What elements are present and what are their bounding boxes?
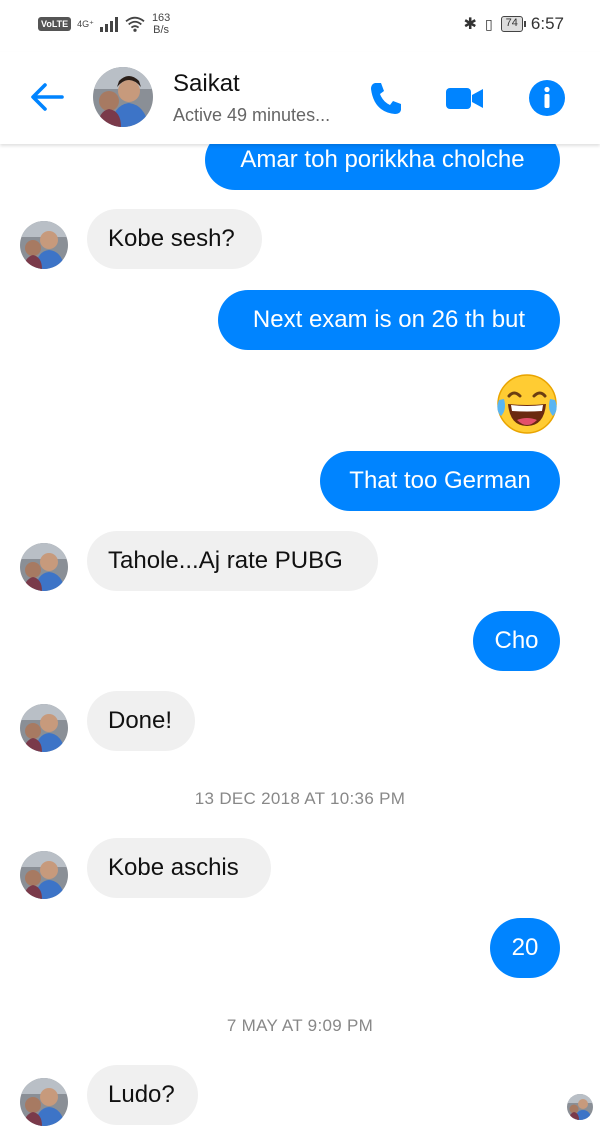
battery-icon: 74 xyxy=(500,16,527,32)
incoming-message[interactable]: Ludo? xyxy=(87,1065,198,1125)
volte-badge: VoLTE xyxy=(38,17,72,31)
back-arrow-icon[interactable] xyxy=(28,80,66,114)
sender-avatar[interactable] xyxy=(20,851,68,899)
laughing-tears-emoji-icon[interactable] xyxy=(495,372,559,436)
network-type: 4G⁺ xyxy=(77,18,94,29)
phone-icon[interactable] xyxy=(366,79,406,117)
contact-name[interactable]: Saikat xyxy=(173,70,240,98)
net-speed-unit: B/s xyxy=(153,24,170,36)
outgoing-message[interactable]: Cho xyxy=(473,611,560,671)
sender-avatar[interactable] xyxy=(20,1078,68,1126)
info-icon[interactable] xyxy=(527,79,567,117)
signal-icon xyxy=(99,16,118,32)
seen-avatar-icon xyxy=(567,1094,593,1120)
video-camera-icon[interactable] xyxy=(444,79,484,117)
incoming-message[interactable]: Kobe aschis xyxy=(87,838,271,898)
status-left: VoLTE 4G⁺ 163 B/s xyxy=(38,12,170,36)
wifi-icon xyxy=(125,16,145,32)
outgoing-message[interactable]: 20 xyxy=(490,918,560,978)
contact-status: Active 49 minutes... xyxy=(173,105,331,125)
contact-avatar[interactable] xyxy=(93,67,153,127)
net-speed-value: 163 xyxy=(151,12,171,24)
incoming-message[interactable]: Kobe sesh? xyxy=(87,209,262,269)
net-speed: 163 B/s xyxy=(152,12,170,36)
incoming-message[interactable]: Done! xyxy=(87,691,195,751)
status-bar: VoLTE 4G⁺ 163 B/s ✱ ▯ 74 6:57 xyxy=(0,0,600,52)
sender-avatar[interactable] xyxy=(20,704,68,752)
sender-avatar[interactable] xyxy=(20,543,68,591)
status-right: ✱ ▯ 74 6:57 xyxy=(464,14,564,34)
bluetooth-icon: ✱ xyxy=(463,16,477,33)
outgoing-message[interactable]: That too German xyxy=(320,451,560,511)
clock: 6:57 xyxy=(530,14,564,33)
timestamp-divider: 7 MAY AT 9:09 PM xyxy=(226,1016,374,1035)
sender-avatar[interactable] xyxy=(20,221,68,269)
message-thread[interactable]: Amar toh porikkha cholche Kobe sesh? Nex… xyxy=(0,130,600,1145)
incoming-message[interactable]: Tahole...Aj rate PUBG xyxy=(87,531,378,591)
outgoing-message[interactable]: Next exam is on 26 th but xyxy=(218,290,560,350)
timestamp-divider: 13 DEC 2018 AT 10:36 PM xyxy=(194,789,406,808)
vibrate-icon: ▯ xyxy=(484,15,493,32)
conversation-header: Saikat Active 49 minutes... xyxy=(0,52,600,144)
